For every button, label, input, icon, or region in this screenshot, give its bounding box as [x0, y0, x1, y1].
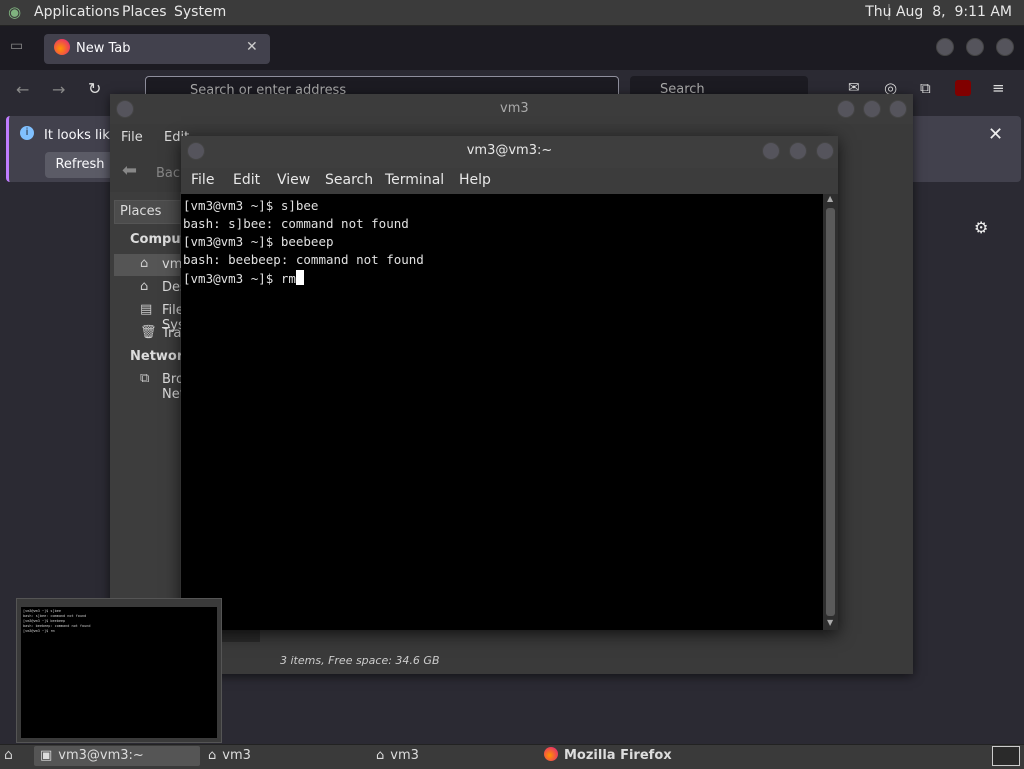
- terminal-close-button[interactable]: [816, 142, 834, 160]
- file-manager-sidebar: Places Computer ⌂ vm3 ⌂ Desktop ▤ File S…: [110, 192, 216, 662]
- preview-line: [vm3@vm3 ~]$ beebeep: [23, 619, 66, 623]
- terminal-menu-terminal[interactable]: Terminal: [385, 172, 444, 188]
- taskbar-item-terminal[interactable]: ▣ vm3@vm3:~: [34, 746, 200, 766]
- firefox-close-button[interactable]: [996, 38, 1014, 56]
- taskbar-item-firefox[interactable]: Mozilla Firefox: [538, 746, 708, 766]
- hamburger-menu-icon[interactable]: ≡: [992, 79, 1005, 97]
- preview-line: bash: s]bee: command not found: [23, 614, 87, 618]
- places-label: Places: [120, 204, 162, 219]
- fm-menu-file[interactable]: File: [121, 130, 143, 145]
- terminal-menu-help[interactable]: Help: [459, 172, 491, 188]
- network-icon: ⧉: [140, 371, 150, 386]
- info-bar-close-icon[interactable]: ✕: [988, 124, 1003, 145]
- taskbar-item-label: vm3: [390, 748, 419, 763]
- firefox-tab-list-icon[interactable]: ▭: [10, 38, 23, 54]
- terminal-minimize-button[interactable]: [762, 142, 780, 160]
- tab-close-icon[interactable]: ✕: [246, 39, 258, 55]
- terminal-icon: ▣: [40, 748, 53, 763]
- folder-icon: ⌂: [376, 748, 385, 763]
- terminal-line: [vm3@vm3 ~]$ beebeep: [183, 234, 334, 249]
- places-selector[interactable]: Places: [114, 200, 182, 224]
- terminal-menubar: File Edit View Search Terminal Help: [181, 168, 838, 194]
- firefox-logo-icon: [54, 39, 70, 55]
- desktop-icon: ⌂: [140, 279, 149, 294]
- taskbar-item-label: vm3: [222, 748, 251, 763]
- file-manager-title: vm3: [500, 101, 529, 116]
- taskbar-item-label: Mozilla Firefox: [564, 748, 672, 763]
- terminal-current-input: [vm3@vm3 ~]$ rm: [183, 271, 296, 286]
- info-bar-text: It looks like: [44, 128, 118, 143]
- file-manager-titlebar[interactable]: vm3: [110, 94, 913, 124]
- folder-icon: ⌂: [208, 748, 217, 763]
- terminal-line: bash: beebeep: command not found: [183, 252, 424, 267]
- top-panel: ◉ Applications Places System Thu Aug 8, …: [0, 0, 1024, 26]
- terminal-prompt-line: [vm3@vm3 ~]$ rm: [183, 270, 304, 286]
- fm-menu-button[interactable]: [116, 100, 134, 118]
- scroll-up-icon[interactable]: ▲: [827, 194, 833, 203]
- extensions-icon[interactable]: ⧉: [920, 79, 931, 97]
- home-folder-icon: ⌂: [140, 256, 149, 271]
- terminal-window: vm3@vm3:~ File Edit View Search Terminal…: [181, 136, 838, 630]
- info-icon: i: [20, 126, 34, 140]
- scroll-down-icon[interactable]: ▼: [827, 618, 833, 627]
- terminal-maximize-button[interactable]: [789, 142, 807, 160]
- preview-line: bash: beebeep: command not found: [23, 624, 91, 628]
- terminal-menu-file[interactable]: File: [191, 172, 214, 188]
- trash-icon: 🗑: [140, 325, 157, 340]
- clock[interactable]: Thu Aug 8, 9:11 AM: [865, 4, 1012, 20]
- terminal-cursor: [295, 270, 304, 285]
- gear-icon[interactable]: ⚙: [974, 218, 988, 237]
- taskbar-item-vm3-1[interactable]: ⌂ vm3: [202, 746, 368, 766]
- distro-logo-icon[interactable]: ◉: [8, 3, 21, 21]
- firefox-tab[interactable]: New Tab ✕: [44, 34, 270, 64]
- back-arrow-icon[interactable]: ←: [16, 80, 29, 99]
- terminal-scrollbar-thumb[interactable]: [826, 208, 835, 616]
- system-menu[interactable]: System: [174, 4, 226, 20]
- reload-icon[interactable]: ↻: [88, 79, 101, 98]
- terminal-line: [vm3@vm3 ~]$ s]bee: [183, 198, 319, 213]
- fm-bottom-strip: [220, 630, 260, 642]
- fm-maximize-button[interactable]: [863, 100, 881, 118]
- firefox-minimize-button[interactable]: [936, 38, 954, 56]
- terminal-menu-edit[interactable]: Edit: [233, 172, 260, 188]
- applications-menu[interactable]: Applications: [34, 4, 120, 20]
- window-preview-thumbnail[interactable]: [vm3@vm3 ~]$ s]bee bash: s]bee: command …: [16, 598, 222, 743]
- filesystem-icon: ▤: [140, 302, 153, 317]
- forward-arrow-icon[interactable]: →: [52, 80, 65, 99]
- ublock-icon[interactable]: [955, 80, 971, 96]
- file-manager-statusbar: [110, 642, 913, 674]
- preview-line: [vm3@vm3 ~]$ rm: [23, 629, 55, 633]
- refresh-button[interactable]: Refresh: [45, 152, 115, 178]
- taskbar-item-label: vm3@vm3:~: [58, 748, 144, 763]
- fm-status-text: 3 items, Free space: 34.6 GB: [280, 654, 440, 667]
- fm-back-icon[interactable]: ⬅: [122, 160, 137, 181]
- workspace-switcher[interactable]: [992, 746, 1020, 766]
- terminal-title: vm3@vm3:~: [466, 143, 553, 158]
- fm-minimize-button[interactable]: [837, 100, 855, 118]
- terminal-menu-search[interactable]: Search: [325, 172, 373, 188]
- tab-title: New Tab: [76, 41, 131, 56]
- taskbar-item-vm3-2[interactable]: ⌂ vm3: [370, 746, 536, 766]
- fm-close-button[interactable]: [889, 100, 907, 118]
- terminal-output[interactable]: [vm3@vm3 ~]$ s]bee bash: s]bee: command …: [181, 194, 823, 630]
- preview-terminal-content: [vm3@vm3 ~]$ s]bee bash: s]bee: command …: [21, 607, 217, 738]
- firefox-logo-icon: [544, 747, 558, 761]
- places-menu[interactable]: Places: [122, 4, 167, 20]
- terminal-titlebar[interactable]: vm3@vm3:~: [181, 136, 838, 168]
- preview-line: [vm3@vm3 ~]$ s]bee: [23, 609, 61, 613]
- terminal-menu-view[interactable]: View: [277, 172, 310, 188]
- firefox-maximize-button[interactable]: [966, 38, 984, 56]
- terminal-line: bash: s]bee: command not found: [183, 216, 409, 231]
- show-desktop-icon[interactable]: ⌂: [4, 747, 13, 763]
